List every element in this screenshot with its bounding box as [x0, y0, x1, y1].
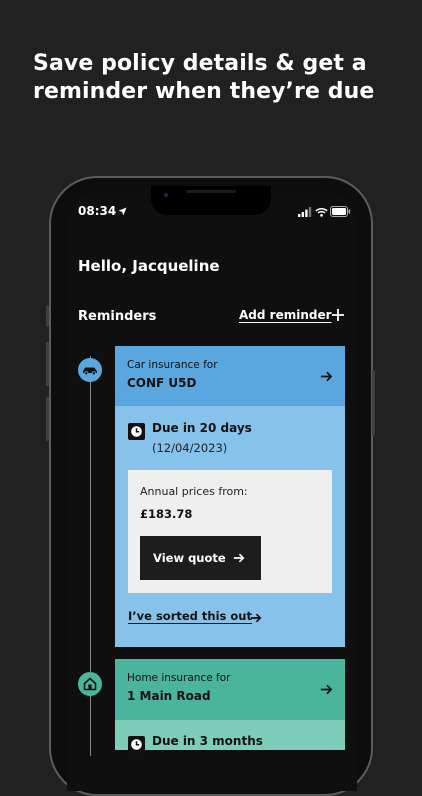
car-icon	[83, 367, 97, 376]
clock-icon	[128, 736, 145, 753]
timeline-line	[90, 356, 91, 756]
wifi-icon	[315, 208, 328, 217]
home-reminder-body: Due in 3 months	[115, 720, 345, 753]
reminders-title: Reminders	[78, 309, 157, 324]
battery-icon	[330, 206, 351, 217]
car-reminder-body: Due in 20 days (12/04/2023) Annual price…	[115, 406, 345, 647]
phone-side-button-volume-down	[46, 397, 49, 441]
car-due-date: (12/04/2023)	[152, 441, 228, 455]
timeline-marker-home	[78, 672, 102, 696]
home-reminder-subtitle: Home insurance for	[127, 672, 231, 684]
phone-side-button-volume-up	[46, 342, 49, 386]
sorted-this-out-link[interactable]: I’ve sorted this out	[128, 609, 252, 623]
phone-notch	[151, 186, 271, 215]
marketing-headline: Save policy details & get a reminder whe…	[33, 50, 403, 106]
car-due-text: Due in 20 days	[152, 421, 252, 435]
house-icon	[83, 677, 97, 691]
notch-camera	[164, 193, 168, 197]
status-time: 08:34	[78, 204, 117, 218]
add-reminder-link[interactable]: Add reminder	[239, 308, 332, 322]
phone-side-button-mute	[46, 305, 49, 327]
home-reminder-header[interactable]: Home insurance for 1 Main Road	[115, 659, 345, 720]
car-reminder-header[interactable]: Car insurance for CONF U5D	[115, 346, 345, 406]
price-value: £183.78	[140, 507, 193, 521]
arrow-right-icon[interactable]	[320, 370, 333, 383]
headline-line-2: reminder when they’re due	[33, 79, 375, 104]
phone-side-button-power	[372, 370, 375, 436]
view-quote-label: View quote	[153, 551, 226, 565]
headline-line-1: Save policy details & get a	[33, 51, 367, 76]
home-due-text: Due in 3 months	[152, 734, 263, 748]
price-panel: Annual prices from: £183.78 View quote	[128, 470, 332, 593]
view-quote-button[interactable]: View quote	[140, 536, 261, 580]
notch-speaker	[186, 190, 236, 193]
clock-icon	[128, 423, 145, 440]
arrow-right-icon[interactable]	[320, 683, 333, 696]
car-registration: CONF U5D	[127, 376, 197, 390]
location-arrow-icon	[118, 207, 127, 216]
arrow-right-icon	[233, 553, 245, 563]
price-label: Annual prices from:	[140, 485, 248, 498]
plus-icon[interactable]	[331, 308, 345, 322]
timeline-marker-car	[78, 358, 102, 382]
greeting-text: Hello, Jacqueline	[78, 257, 220, 275]
home-address: 1 Main Road	[127, 689, 211, 703]
signal-icon	[298, 207, 312, 217]
arrow-right-icon[interactable]	[250, 612, 262, 624]
car-reminder-subtitle: Car insurance for	[127, 359, 218, 371]
